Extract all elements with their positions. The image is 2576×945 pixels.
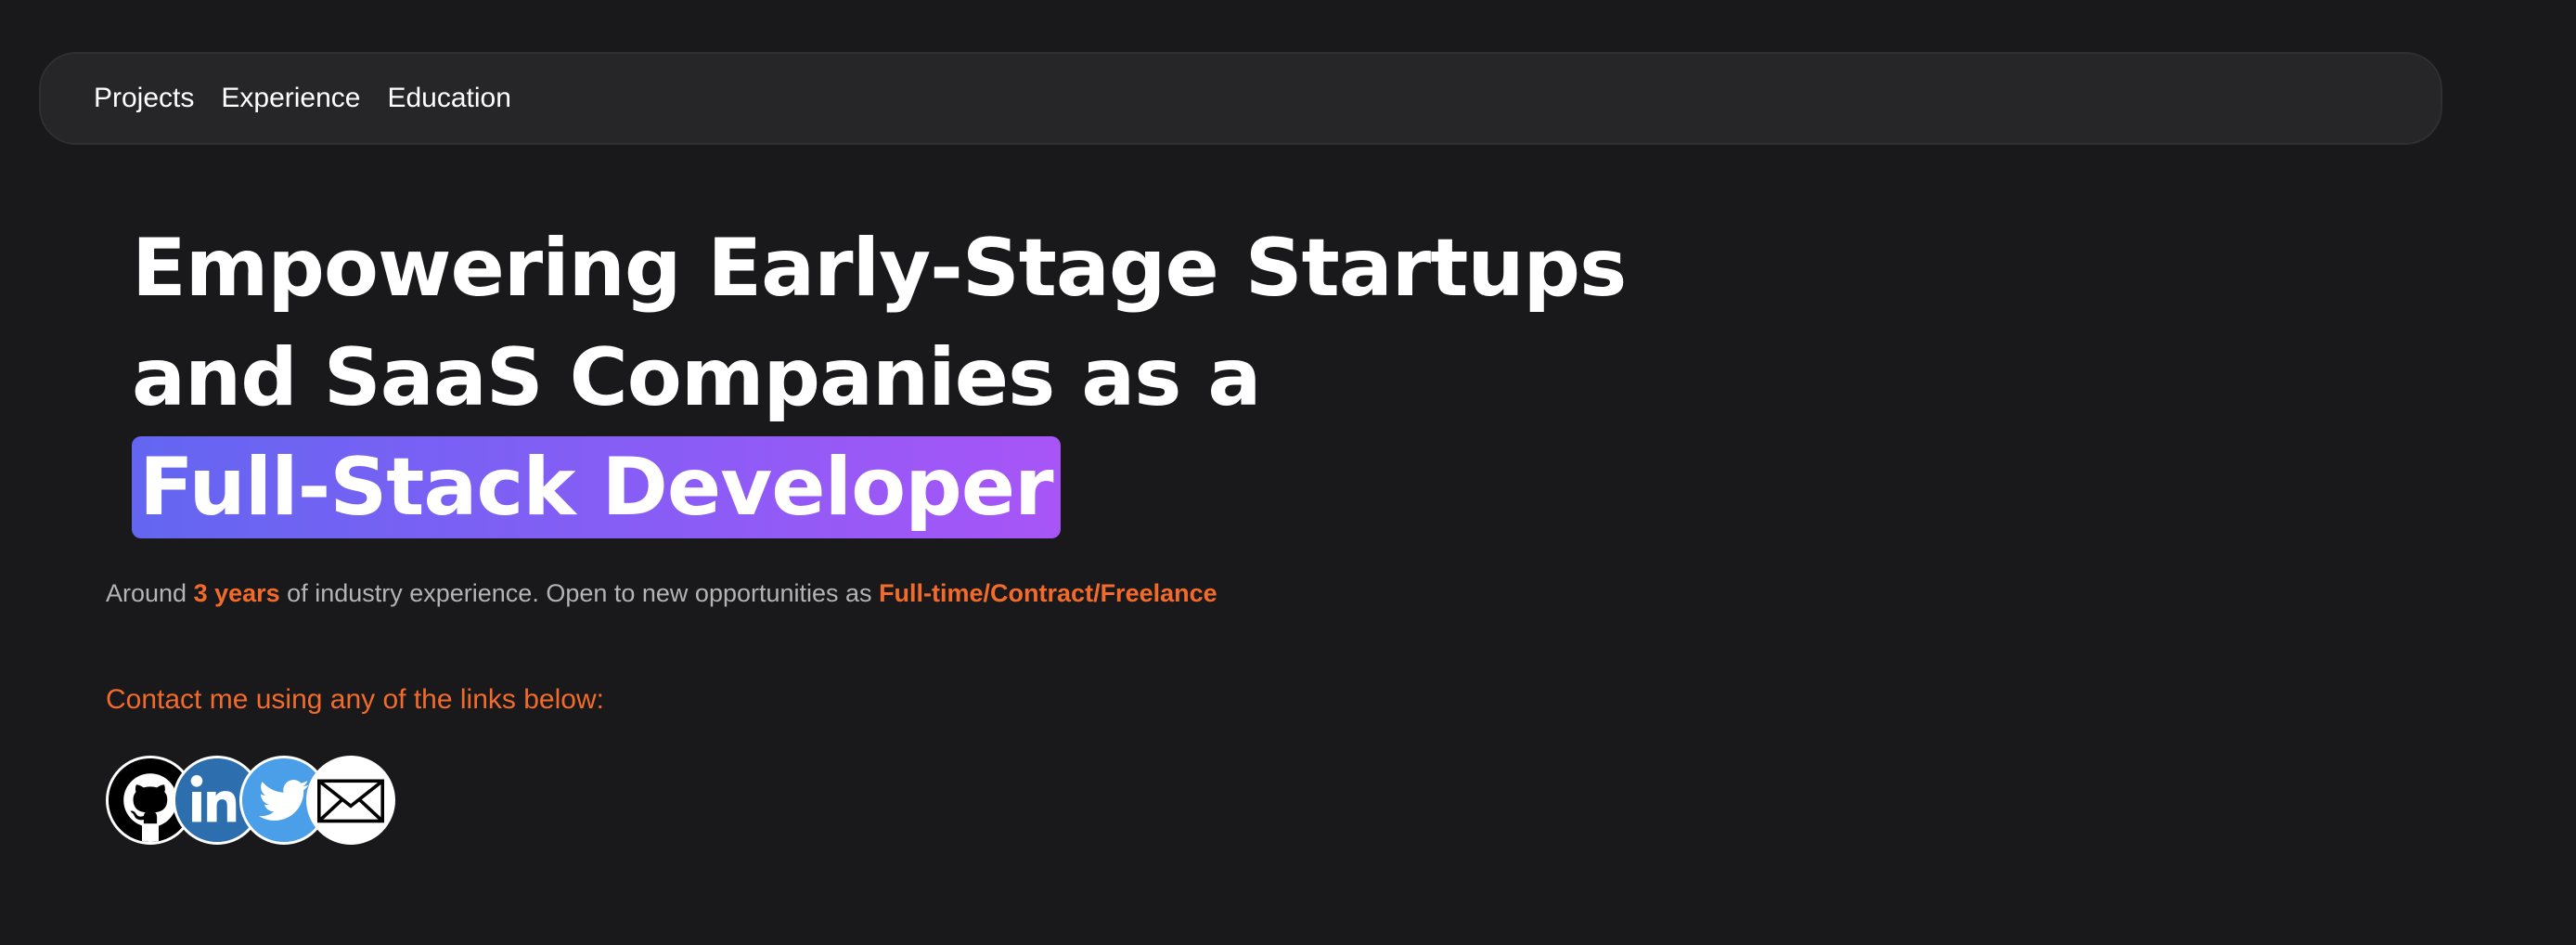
nav-link-projects[interactable]: Projects: [94, 84, 194, 112]
summary-prefix: Around: [106, 579, 194, 607]
summary-middle: of industry experience. Open to new oppo…: [279, 579, 880, 607]
summary-roles: Full-time/Contract/Freelance: [879, 579, 1217, 607]
nav-link-education[interactable]: Education: [387, 84, 510, 112]
hero-line-1: Empowering Early-Stage Startups: [132, 222, 1627, 315]
experience-summary: Around 3 years of industry experience. O…: [106, 579, 1217, 608]
hero-line-2: and SaaS Companies as a: [132, 331, 1261, 424]
nav-link-experience[interactable]: Experience: [221, 84, 360, 112]
email-link[interactable]: [306, 756, 395, 845]
contact-prompt: Contact me using any of the links below:: [106, 684, 604, 715]
summary-years: 3 years: [193, 579, 280, 607]
hero-highlight-role: Full-Stack Developer: [132, 436, 1061, 538]
top-navbar: Projects Experience Education: [39, 52, 2442, 145]
email-icon: [309, 758, 393, 842]
social-links: [106, 756, 403, 848]
hero-heading: Empowering Early-Stage Startups and SaaS…: [132, 214, 1627, 542]
